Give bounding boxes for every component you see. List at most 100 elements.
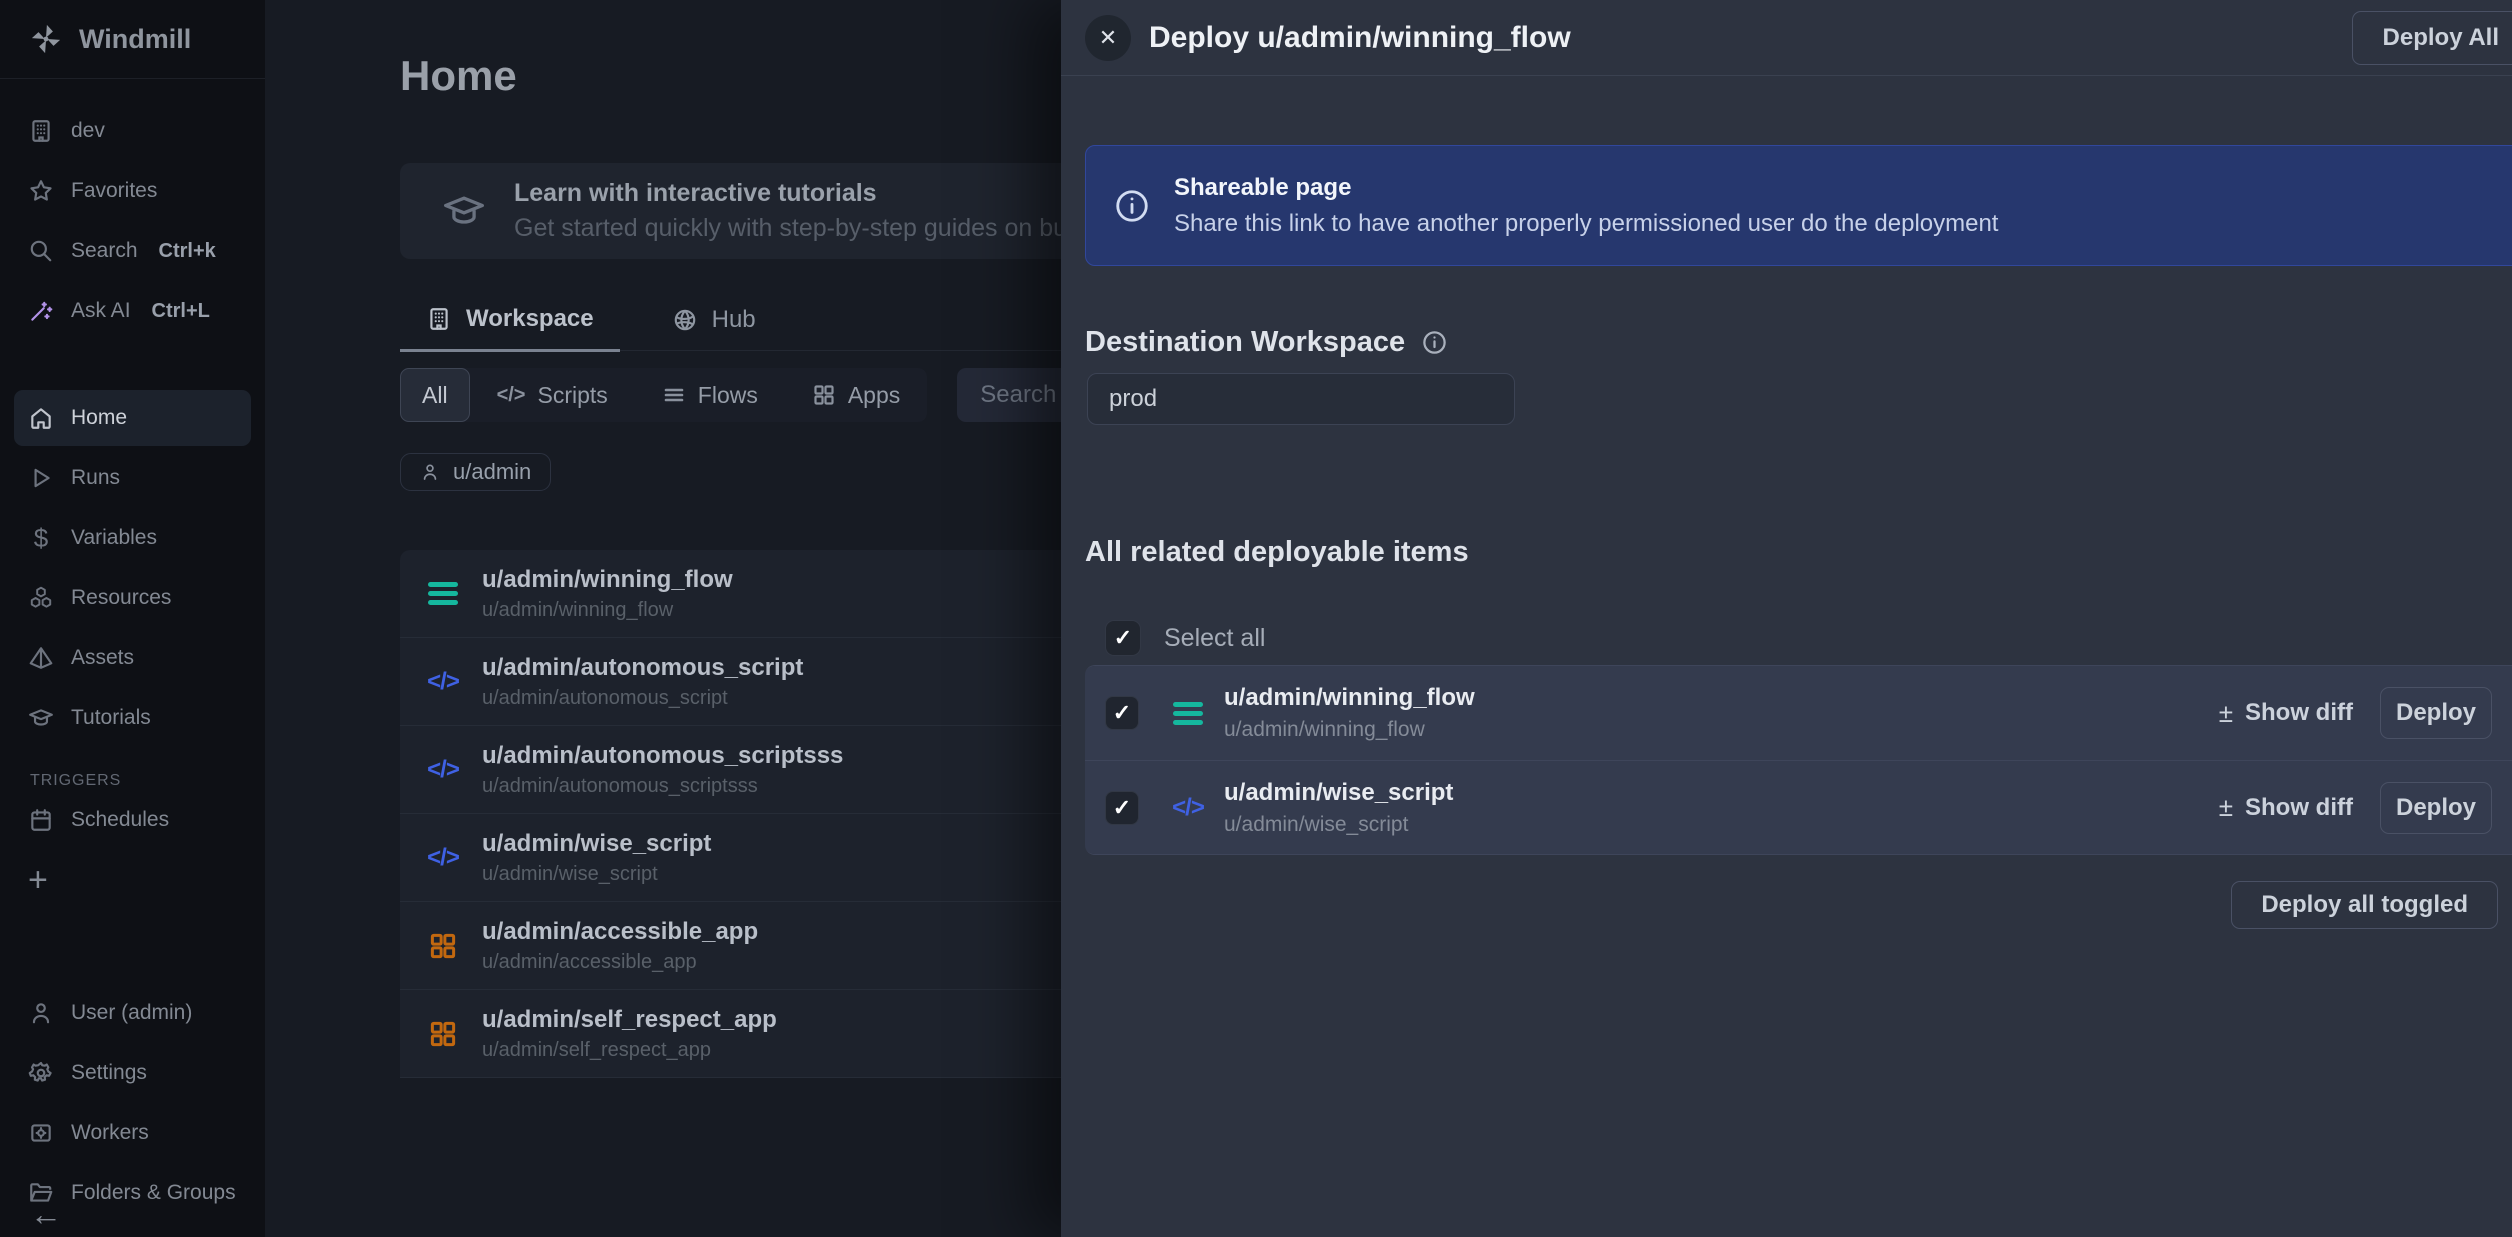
close-drawer-button[interactable]: ✕ — [1085, 15, 1131, 61]
user-icon — [420, 462, 440, 482]
owner-filter-label: u/admin — [453, 459, 531, 485]
tab-label: Hub — [712, 306, 756, 334]
graduation-cap-icon — [28, 705, 54, 731]
deployable-item-row: ✓ u/admin/winning_flow u/admin/winning_f… — [1085, 666, 2512, 760]
item-path: u/admin/wise_script — [482, 863, 711, 886]
plus-minus-icon: ± — [2219, 792, 2233, 823]
owner-filter-chip[interactable]: u/admin — [400, 453, 551, 491]
search-shortcut: Ctrl+k — [159, 240, 216, 263]
show-diff-label: Show diff — [2245, 699, 2353, 727]
sidebar-item-variables[interactable]: $ Variables — [0, 508, 265, 568]
sidebar-item-resources[interactable]: Resources — [0, 568, 265, 628]
code-icon: </> — [497, 384, 526, 407]
ask-ai-shortcut: Ctrl+L — [152, 300, 210, 323]
show-diff-label: Show diff — [2245, 794, 2353, 822]
script-icon: </> — [422, 844, 464, 872]
flow-list-icon — [662, 383, 686, 407]
drawer-header: ✕ Deploy u/admin/winning_flow Deploy All — [1061, 0, 2512, 76]
item-name: u/admin/winning_flow — [482, 566, 733, 594]
sidebar-account-nav: User (admin) Settings Workers Folders & … — [0, 983, 265, 1223]
search-icon — [28, 238, 54, 264]
sidebar-item-workspace-dev[interactable]: dev — [0, 101, 265, 161]
sidebar-item-favorites[interactable]: Favorites — [0, 161, 265, 221]
sidebar-item-user[interactable]: User (admin) — [0, 983, 265, 1043]
sidebar-item-label: Favorites — [71, 179, 157, 203]
filter-scripts[interactable]: </> Scripts — [470, 368, 635, 422]
check-icon: ✓ — [1113, 700, 1131, 726]
item-name: u/admin/wise_script — [1224, 779, 1453, 807]
boxes-icon — [28, 585, 54, 611]
sidebar-item-home[interactable]: Home — [14, 390, 251, 446]
calendar-icon — [28, 807, 54, 833]
plus-minus-icon: ± — [2219, 698, 2233, 729]
show-diff-button[interactable]: ± Show diff — [2219, 698, 2353, 729]
sidebar-item-workers[interactable]: Workers — [0, 1103, 265, 1163]
deploy-drawer: ✕ Deploy u/admin/winning_flow Deploy All… — [1061, 0, 2512, 1237]
sidebar-item-runs[interactable]: Runs — [0, 448, 265, 508]
sidebar-item-label: Schedules — [71, 808, 169, 832]
gear-icon — [28, 1060, 54, 1086]
item-checkbox[interactable]: ✓ — [1105, 696, 1139, 730]
item-name: u/admin/wise_script — [482, 830, 711, 858]
item-name: u/admin/winning_flow — [1224, 684, 1475, 712]
item-path: u/admin/wise_script — [1224, 813, 1453, 837]
tab-hub[interactable]: Hub — [646, 299, 782, 350]
item-name: u/admin/accessible_app — [482, 918, 758, 946]
flow-icon — [422, 582, 464, 605]
destination-heading: Destination Workspace — [1085, 326, 1405, 359]
select-all-label: Select all — [1164, 624, 1265, 653]
script-icon: </> — [1166, 794, 1210, 822]
sidebar-main-nav: Home Runs $ Variables Resources Assets — [0, 388, 265, 748]
workers-icon — [28, 1120, 54, 1146]
add-trigger-button[interactable]: + — [0, 850, 265, 910]
item-path: u/admin/autonomous_scriptsss — [482, 775, 843, 798]
building-icon — [426, 306, 452, 332]
item-path: u/admin/winning_flow — [1224, 718, 1475, 742]
sidebar-item-label: Tutorials — [71, 706, 151, 730]
sidebar-item-label: Assets — [71, 646, 134, 670]
sidebar-item-label: Folders & Groups — [71, 1181, 236, 1205]
sidebar-item-label: Resources — [71, 586, 171, 610]
filter-apps[interactable]: Apps — [785, 368, 927, 422]
building-icon — [28, 118, 54, 144]
sidebar-item-label: Workers — [71, 1121, 149, 1145]
star-icon — [28, 178, 54, 204]
filter-all[interactable]: All — [400, 368, 470, 422]
home-icon — [28, 405, 54, 431]
triggers-section-label: TRIGGERS — [30, 772, 121, 790]
item-name: u/admin/self_respect_app — [482, 1006, 777, 1034]
deploy-item-button[interactable]: Deploy — [2380, 782, 2492, 834]
sidebar-item-label: Search — [71, 239, 138, 263]
deploy-all-button[interactable]: Deploy All — [2352, 11, 2512, 65]
select-all-checkbox[interactable]: ✓ — [1105, 620, 1141, 656]
collapse-sidebar-button[interactable]: ← — [30, 1198, 62, 1230]
sidebar-top-nav: dev Favorites Search Ctrl+k Ask AI Ctrl+… — [0, 101, 265, 341]
destination-workspace-input[interactable] — [1087, 373, 1515, 425]
script-icon: </> — [422, 668, 464, 696]
sidebar-item-tutorials[interactable]: Tutorials — [0, 688, 265, 748]
tab-workspace[interactable]: Workspace — [400, 299, 620, 352]
show-diff-button[interactable]: ± Show diff — [2219, 792, 2353, 823]
sidebar-item-search[interactable]: Search Ctrl+k — [0, 221, 265, 281]
info-icon[interactable] — [1421, 329, 1448, 356]
kind-filter-group: All </> Scripts Flows Apps — [400, 368, 927, 422]
deployable-section-header: All related deployable items — [1085, 536, 2512, 569]
script-icon: </> — [422, 756, 464, 784]
sidebar: Windmill dev Favorites Search Ctrl+k — [0, 0, 265, 1237]
flow-icon — [1166, 702, 1210, 725]
check-icon: ✓ — [1113, 795, 1131, 821]
sidebar-item-ask-ai[interactable]: Ask AI Ctrl+L — [0, 281, 265, 341]
info-icon — [1113, 187, 1151, 225]
sidebar-item-assets[interactable]: Assets — [0, 628, 265, 688]
workspace-logo[interactable]: Windmill — [0, 0, 265, 79]
banner-text: Share this link to have another properly… — [1174, 210, 1998, 238]
sidebar-item-schedules[interactable]: Schedules — [0, 790, 265, 850]
deploy-all-toggled-button[interactable]: Deploy all toggled — [2231, 881, 2498, 929]
sidebar-item-settings[interactable]: Settings — [0, 1043, 265, 1103]
select-all-row[interactable]: ✓ Select all — [1105, 620, 2512, 656]
item-checkbox[interactable]: ✓ — [1105, 791, 1139, 825]
filter-flows[interactable]: Flows — [635, 368, 785, 422]
check-icon: ✓ — [1114, 625, 1132, 651]
app-title: Windmill — [79, 24, 191, 55]
deploy-item-button[interactable]: Deploy — [2380, 687, 2492, 739]
